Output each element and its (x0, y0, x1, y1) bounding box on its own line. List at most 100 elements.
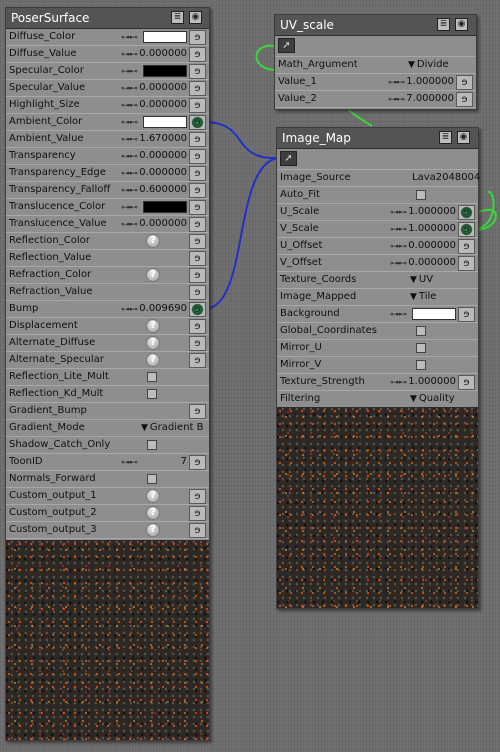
param-row-image-mapped[interactable]: Image_Mapped ▼ Tile (277, 289, 478, 306)
param-row-texture-coords[interactable]: Texture_Coords ▼ UV (277, 272, 478, 289)
checkbox[interactable] (416, 360, 426, 370)
dropdown-select[interactable]: ▼ Gradient B (141, 420, 204, 436)
plug-icon[interactable]: ɘ (189, 268, 206, 283)
color-swatch[interactable] (143, 116, 187, 128)
param-row-v-scale[interactable]: V_Scale ⊶⊷ 1.000000 ɘ (277, 221, 478, 238)
param-row-diffuse-color[interactable]: Diffuse_Color ⊶⊷ ɘ (6, 29, 209, 46)
plug-icon[interactable]: ɘ (189, 285, 206, 300)
cursor-arrow-icon[interactable]: ➚ (280, 151, 297, 166)
param-row-value-1[interactable]: Value_1 ⊶⊷ 1.000000 ɘ (275, 74, 476, 91)
param-value[interactable]: 0.000000 (127, 80, 187, 96)
color-swatch[interactable] (143, 201, 187, 213)
param-row-auto-fit[interactable]: Auto_Fit (277, 187, 478, 204)
plug-icon[interactable]: ɘ (189, 319, 206, 334)
question-icon[interactable]: ? (146, 336, 160, 350)
plug-icon[interactable]: ɘ (189, 234, 206, 249)
eye-icon[interactable]: ◉ (457, 131, 470, 144)
chain-link-icon[interactable]: ⊶⊷ (390, 307, 407, 323)
plug-icon[interactable]: ɘ (189, 506, 206, 521)
plug-icon[interactable]: ɘ (189, 353, 206, 368)
eye-icon[interactable]: ◉ (189, 11, 202, 24)
chain-link-icon[interactable]: ⊶⊷ (121, 200, 138, 216)
param-row-texture-strength[interactable]: Texture_Strength ⊶⊷ 1.000000 ɘ (277, 374, 478, 391)
plug-icon[interactable]: ɘ (458, 222, 475, 237)
param-value[interactable]: 0.600000 (127, 182, 187, 198)
image-map-node[interactable]: Image_Map ≣ ◉ ➚ Image_Source Lava2048004 A… (276, 127, 480, 609)
checkbox[interactable] (416, 190, 426, 200)
list-icon[interactable]: ≣ (171, 11, 184, 24)
param-value[interactable]: 1.000000 (394, 74, 454, 90)
param-row-global-coordinates[interactable]: Global_Coordinates (277, 323, 478, 340)
param-row-transparency[interactable]: Transparency ⊶⊷ 0.000000 ɘ (6, 148, 209, 165)
chain-link-icon[interactable]: ⊶⊷ (121, 64, 138, 80)
dropdown-select[interactable]: ▼ Tile (410, 289, 436, 305)
param-value[interactable]: 0.000000 (127, 216, 187, 232)
color-swatch[interactable] (412, 308, 456, 320)
param-row-mirror-u[interactable]: Mirror_U (277, 340, 478, 357)
param-row-custom-output-3[interactable]: Custom_output_3? ɘ (6, 522, 209, 539)
param-row-normals-forward[interactable]: Normals_Forward (6, 471, 209, 488)
checkbox[interactable] (416, 343, 426, 353)
param-row-transparency-edge[interactable]: Transparency_Edge ⊶⊷ 0.000000 ɘ (6, 165, 209, 182)
question-icon[interactable]: ? (146, 234, 160, 248)
param-row-refraction-color[interactable]: Refraction_Color? ɘ (6, 267, 209, 284)
chain-link-icon[interactable]: ⊶⊷ (121, 30, 138, 46)
param-value[interactable]: 0.000000 (127, 46, 187, 62)
param-value[interactable]: 7 (127, 454, 187, 470)
question-icon[interactable]: ? (146, 506, 160, 520)
param-value[interactable]: 0.000000 (127, 97, 187, 113)
param-row-alternate-diffuse[interactable]: Alternate_Diffuse? ɘ (6, 335, 209, 352)
node-title-bar[interactable]: UV_scale ≣ ◉ (275, 15, 476, 36)
param-value[interactable]: 7.000000 (394, 91, 454, 107)
dropdown-select[interactable]: ▼ UV (410, 272, 433, 288)
uv-scale-node[interactable]: UV_scale ≣ ◉ ➚ Math_Argument ▼ Divide Value… (274, 14, 477, 110)
param-row-image-source[interactable]: Image_Source Lava2048004 (277, 170, 480, 187)
plug-icon[interactable]: ɘ (189, 30, 206, 45)
param-row-math-argument[interactable]: Math_Argument ▼ Divide (275, 57, 476, 74)
question-icon[interactable]: ? (146, 319, 160, 333)
chain-link-icon[interactable]: ⊶⊷ (121, 115, 138, 131)
param-row-reflection-kd-mult[interactable]: Reflection_Kd_Mult (6, 386, 209, 403)
node-title-bar[interactable]: Image_Map ≣ ◉ (277, 128, 478, 149)
param-row-gradient-bump[interactable]: Gradient_Bump ɘ (6, 403, 209, 420)
plug-icon[interactable]: ɘ (456, 75, 473, 90)
plug-icon[interactable]: ɘ (189, 115, 206, 130)
plug-icon[interactable]: ɘ (458, 307, 475, 322)
question-icon[interactable]: ? (146, 523, 160, 537)
checkbox[interactable] (416, 326, 426, 336)
param-row-reflection-value[interactable]: Reflection_Value ɘ (6, 250, 209, 267)
plug-icon[interactable]: ɘ (189, 251, 206, 266)
list-icon[interactable]: ≣ (439, 131, 452, 144)
plug-icon[interactable]: ɘ (458, 256, 475, 271)
param-row-displacement[interactable]: Displacement? ɘ (6, 318, 209, 335)
plug-icon[interactable]: ɘ (189, 166, 206, 181)
param-value[interactable]: 0.000000 (396, 238, 456, 254)
plug-icon[interactable]: ɘ (189, 98, 206, 113)
posersurface-node[interactable]: PoserSurface ≣ ◉ Diffuse_Color ⊶⊷ ɘ Diffuse… (5, 7, 210, 741)
color-swatch[interactable] (143, 65, 187, 77)
plug-icon[interactable]: ɘ (189, 302, 206, 317)
param-row-translucence-value[interactable]: Translucence_Value ⊶⊷ 0.000000 ɘ (6, 216, 209, 233)
param-value[interactable]: 0.009690 (127, 301, 187, 317)
question-icon[interactable]: ? (146, 353, 160, 367)
plug-icon[interactable]: ɘ (189, 64, 206, 79)
param-value[interactable]: 0.000000 (396, 255, 456, 271)
param-row-u-scale[interactable]: U_Scale ⊶⊷ 1.000000 ɘ (277, 204, 478, 221)
param-row-v-offset[interactable]: V_Offset ⊶⊷ 0.000000 ɘ (277, 255, 478, 272)
list-icon[interactable]: ≣ (437, 18, 450, 31)
plug-icon[interactable]: ɘ (189, 336, 206, 351)
param-row-alternate-specular[interactable]: Alternate_Specular? ɘ (6, 352, 209, 369)
plug-icon[interactable]: ɘ (456, 92, 473, 107)
plug-icon[interactable]: ɘ (189, 455, 206, 470)
checkbox[interactable] (147, 440, 157, 450)
checkbox[interactable] (147, 372, 157, 382)
eye-icon[interactable]: ◉ (455, 18, 468, 31)
param-value[interactable]: 1.670000 (127, 131, 187, 147)
param-row-ambient-value[interactable]: Ambient_Value ⊶⊷ 1.670000 ɘ (6, 131, 209, 148)
plug-icon[interactable]: ɘ (189, 81, 206, 96)
param-row-translucence-color[interactable]: Translucence_Color ⊶⊷ ɘ (6, 199, 209, 216)
plug-icon[interactable]: ɘ (189, 404, 206, 419)
param-row-diffuse-value[interactable]: Diffuse_Value ⊶⊷ 0.000000 ɘ (6, 46, 209, 63)
param-value[interactable]: 1.000000 (396, 374, 456, 390)
param-row-bump[interactable]: Bump ⊶⊷ 0.009690 ɘ (6, 301, 209, 318)
